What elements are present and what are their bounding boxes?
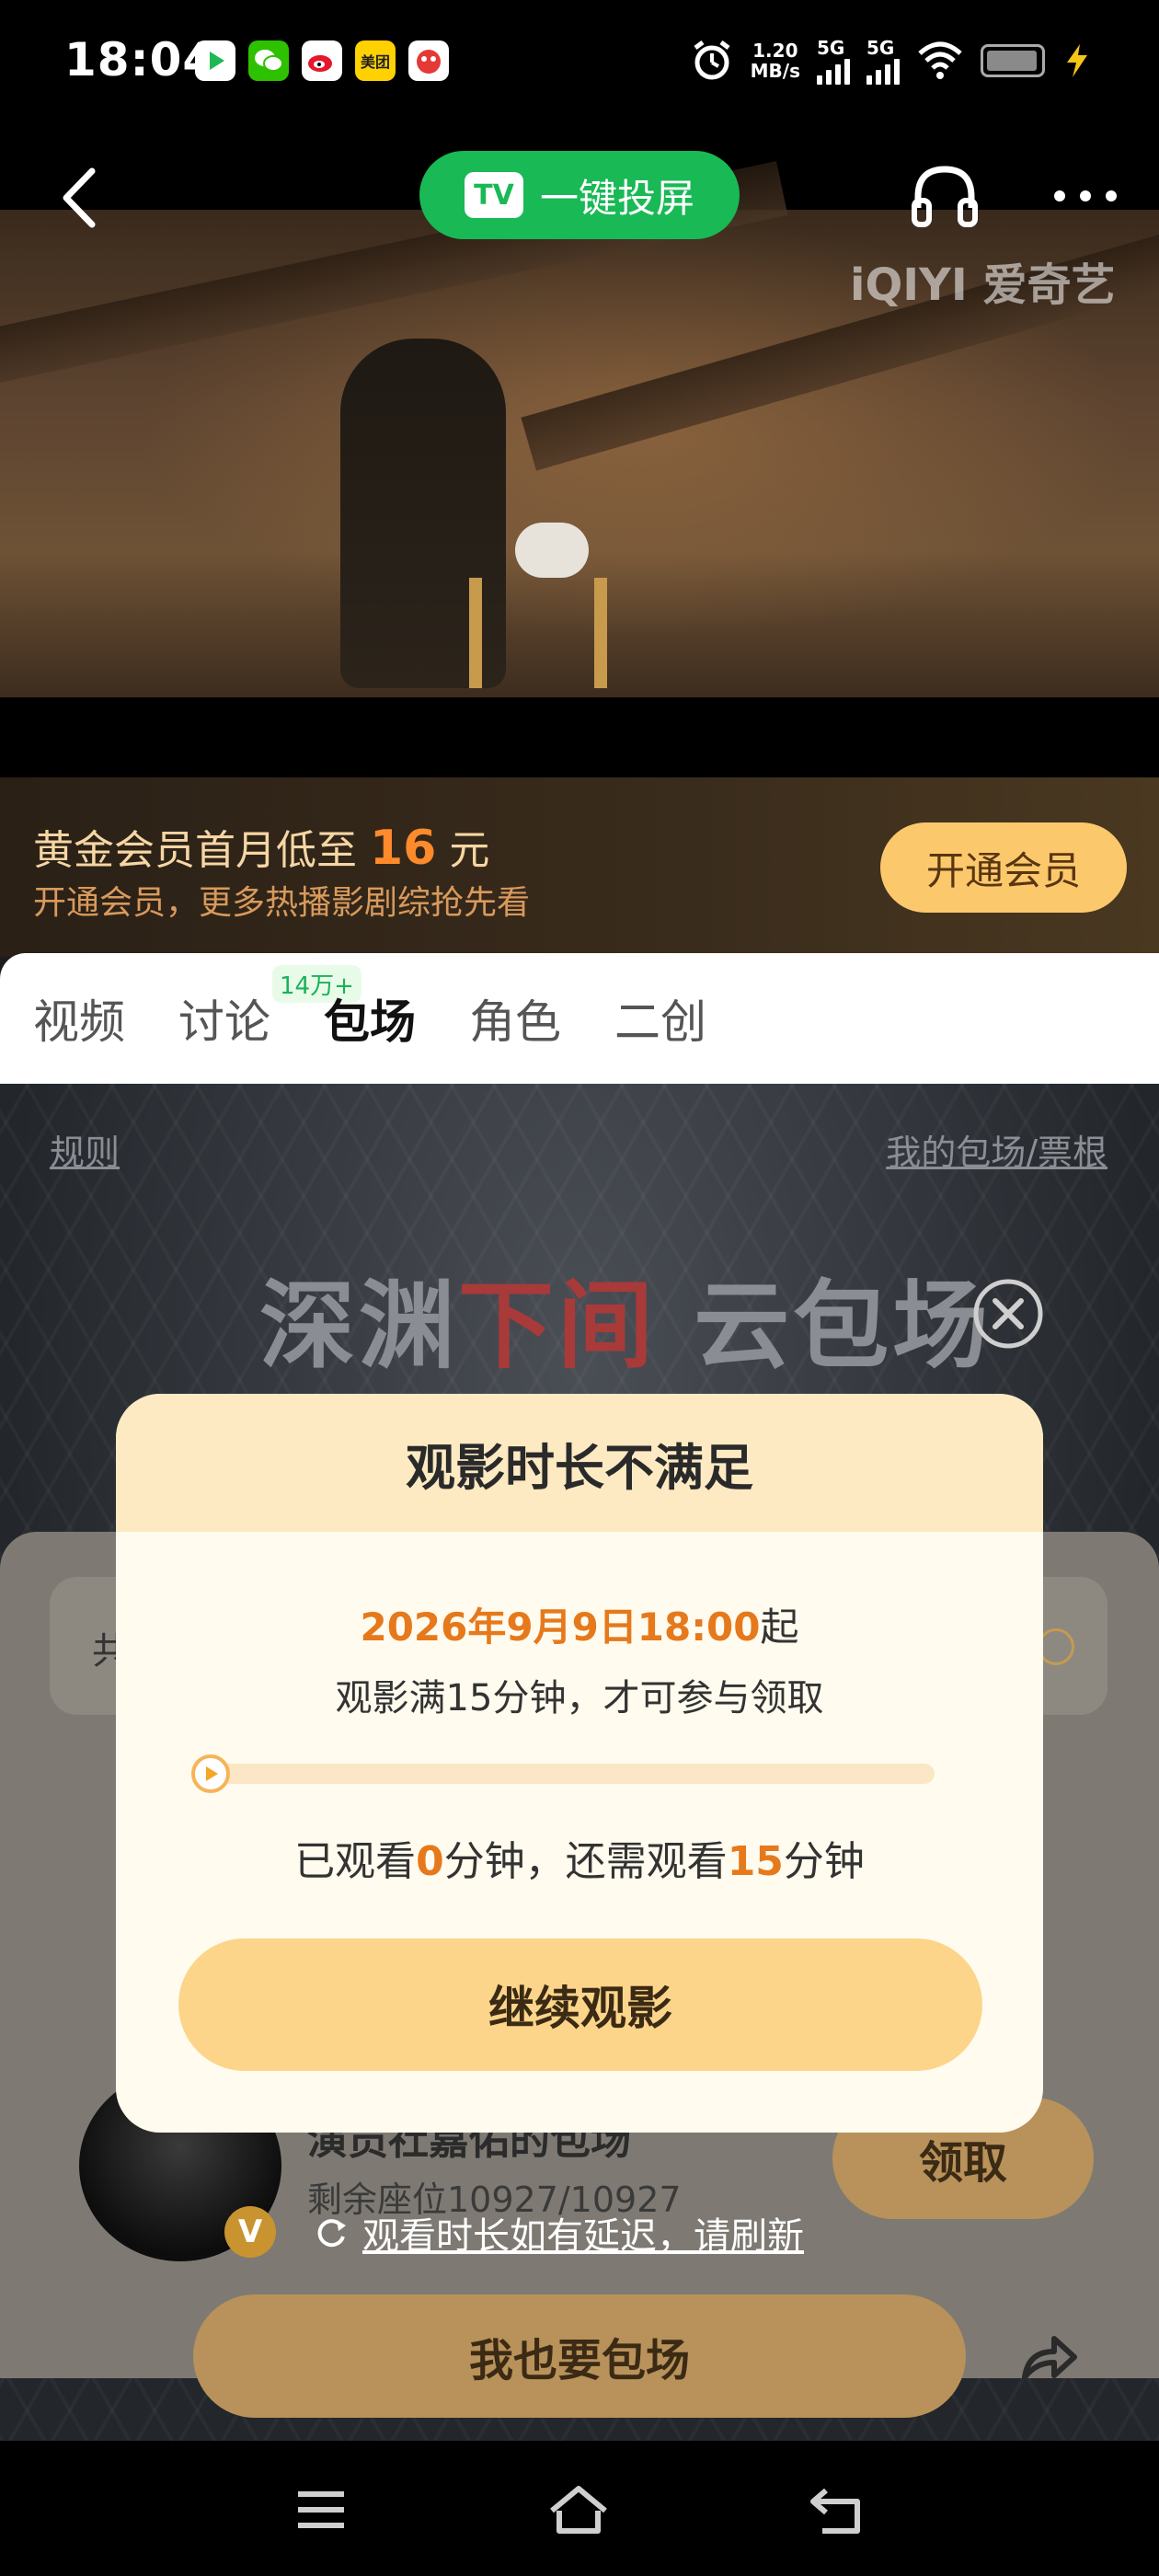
watched-status: 已观看0分钟，还需观看15分钟 <box>116 1828 1043 1887</box>
watched-mid: 分钟，还需观看 <box>443 1838 728 1885</box>
system-navigation-bar <box>0 2441 1159 2576</box>
hero-title-part1: 深渊 <box>259 1270 459 1382</box>
iqiyi-watermark: iQIYI 爱奇艺 <box>850 259 1116 311</box>
verified-badge-icon: V <box>224 2206 276 2258</box>
audio-mode-button[interactable] <box>909 162 981 230</box>
hero-title-part3: 云包场 <box>657 1270 993 1382</box>
more-dots-icon <box>1054 190 1117 201</box>
tab-label: 视频 <box>33 995 125 1049</box>
back-button[interactable] <box>55 166 110 230</box>
content-tabs: 视频 讨论 14万+ 包场 角色 二创 <box>0 953 1159 1084</box>
alarm-icon <box>694 40 730 80</box>
menu-icon[interactable] <box>289 2478 353 2542</box>
tab-fan-creations[interactable]: 二创 <box>614 985 706 1052</box>
hero-title-part2: 下间 <box>458 1270 658 1382</box>
continue-watching-button[interactable]: 继续观影 <box>178 1938 982 2071</box>
tab-screening[interactable]: 包场 <box>324 985 416 1052</box>
battery-icon <box>981 44 1045 77</box>
watch-duration-modal: 观影时长不满足 2026年9月9日18:00起 观影满15分钟，才可参与领取 已… <box>116 1394 1043 2133</box>
watched-suffix: 分钟 <box>783 1838 865 1885</box>
tab-video[interactable]: 视频 <box>33 985 125 1052</box>
video-app-icon <box>195 40 235 81</box>
net-speed: 1.20 MB/s <box>751 40 800 81</box>
back-nav-icon[interactable] <box>804 2478 868 2542</box>
close-modal-button[interactable] <box>971 1277 1045 1351</box>
net-speed-value: 1.20 <box>752 40 798 62</box>
headphones-icon <box>912 166 978 227</box>
game-app-icon <box>408 40 449 81</box>
video-scene-ladder <box>469 578 607 688</box>
refresh-icon <box>317 2219 346 2248</box>
signal-sim2: 5G <box>866 37 900 85</box>
sim1-label: 5G <box>817 37 845 59</box>
watch-progress-bar <box>193 1764 935 1784</box>
banner-title-suffix: 元 <box>436 827 490 874</box>
notification-app-icons: 美团 <box>195 40 449 81</box>
refresh-hint[interactable]: 观看时长如有延迟，请刷新 <box>313 2206 804 2260</box>
share-button[interactable] <box>1012 2320 1085 2394</box>
tab-label: 讨论 <box>178 995 270 1049</box>
close-circle-icon <box>973 1279 1043 1349</box>
remaining-minutes: 15 <box>727 1838 784 1885</box>
sim2-label: 5G <box>866 37 895 59</box>
tv-icon: TV <box>464 172 523 218</box>
watched-minutes: 0 <box>416 1838 444 1885</box>
modal-title: 观影时长不满足 <box>116 1394 1043 1532</box>
signal-sim1: 5G <box>817 37 850 85</box>
cast-to-tv-button[interactable]: TV 一键投屏 <box>419 151 740 239</box>
tab-roles[interactable]: 角色 <box>469 985 561 1052</box>
progress-play-icon <box>191 1754 230 1793</box>
video-scene-glove <box>515 523 589 578</box>
my-screenings-link[interactable]: 我的包场/票根 <box>886 1124 1107 1175</box>
watched-prefix: 已观看 <box>294 1838 417 1885</box>
tab-label: 角色 <box>469 995 561 1049</box>
cloud-screening-title: 深渊下间 云包场 <box>259 1248 992 1386</box>
home-icon[interactable] <box>546 2478 611 2542</box>
host-screening-button[interactable]: 我也要包场 <box>193 2294 966 2418</box>
signal-bars-icon <box>866 59 900 85</box>
banner-subtitle: 开通会员，更多热播影剧综抢先看 <box>33 884 531 922</box>
tab-label: 包场 <box>324 995 416 1049</box>
banner-title-prefix: 黄金会员首月低至 <box>33 827 370 874</box>
signal-bars-icon <box>817 59 850 85</box>
tab-label: 二创 <box>614 995 706 1049</box>
cast-button-label: 一键投屏 <box>539 175 694 221</box>
modal-start-date: 2026年9月9日18:00起 <box>116 1596 1043 1652</box>
meituan-icon: 美团 <box>355 40 396 81</box>
share-arrow-icon <box>1022 2336 1077 2380</box>
tab-discussion[interactable]: 讨论 14万+ <box>178 965 361 1052</box>
net-speed-unit: MB/s <box>750 60 800 82</box>
status-bar: 18:04 美团 1.20 MB/s 5G 5G <box>0 0 1159 129</box>
weibo-icon <box>302 40 342 81</box>
charging-bolt-icon <box>1067 44 1087 77</box>
chevron-left-icon <box>63 167 96 228</box>
start-date-value: 2026年9月9日18:00 <box>360 1604 761 1650</box>
status-time: 18:04 <box>64 33 216 86</box>
wifi-icon <box>918 41 962 79</box>
wechat-icon <box>248 40 289 81</box>
more-options-button[interactable] <box>1049 173 1122 219</box>
banner-price: 16 <box>370 821 437 876</box>
modal-condition: 观影满15分钟，才可参与领取 <box>335 1677 824 1719</box>
banner-title: 黄金会员首月低至 16 元 <box>33 817 489 876</box>
select-radio[interactable] <box>1038 1628 1074 1665</box>
start-date-suffix: 起 <box>760 1604 799 1650</box>
rules-link[interactable]: 规则 <box>50 1124 120 1175</box>
system-indicators: 1.20 MB/s 5G 5G <box>690 37 1093 85</box>
refresh-hint-text: 观看时长如有延迟，请刷新 <box>362 2215 804 2258</box>
open-membership-button[interactable]: 开通会员 <box>880 822 1127 913</box>
